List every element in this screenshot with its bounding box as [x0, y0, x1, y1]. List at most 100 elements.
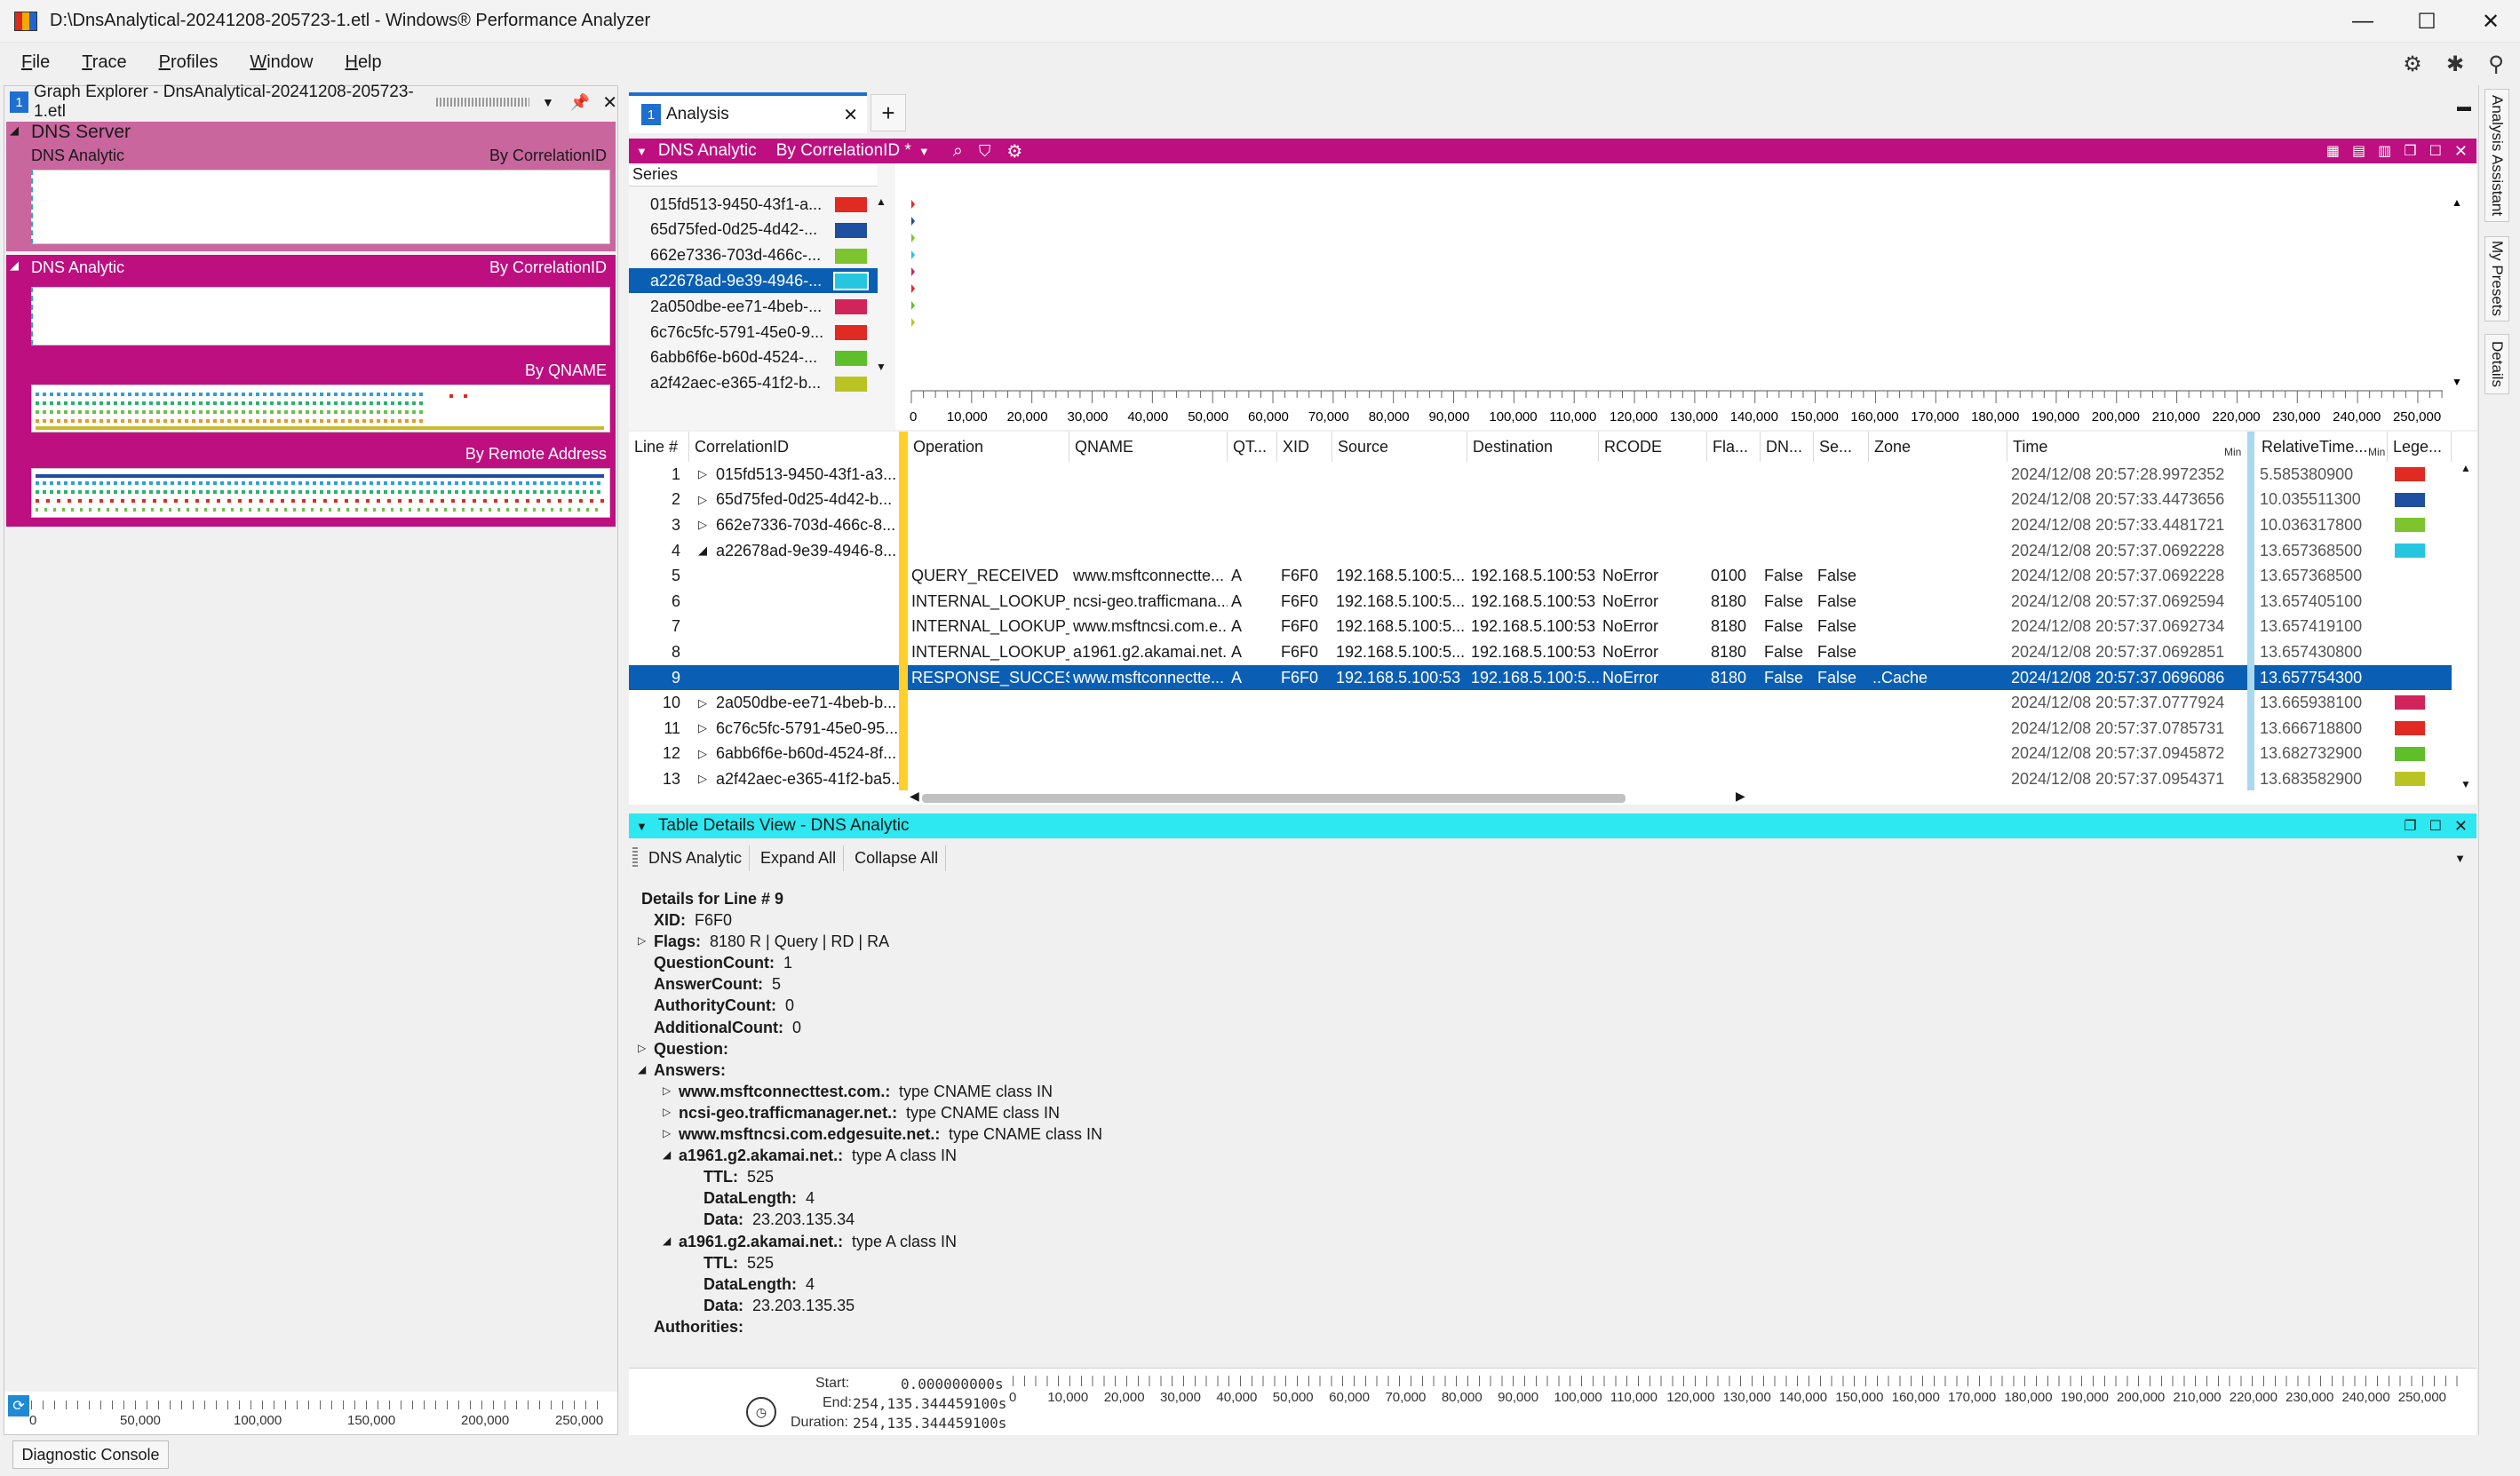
close-tab-icon[interactable]: ✕ — [843, 104, 858, 126]
tree-expand-icon[interactable]: ▷ — [663, 1127, 671, 1139]
bug-icon[interactable]: ✱ — [2443, 52, 2468, 76]
column-header[interactable]: Line # — [629, 432, 689, 462]
column-header[interactable]: DN... — [1761, 432, 1814, 462]
tree-expand-icon[interactable]: ▷ — [638, 934, 646, 947]
column-header[interactable]: QNAME — [1069, 432, 1228, 462]
sync-icon[interactable]: ⟳ — [8, 1395, 29, 1416]
pin-icon[interactable]: 📌 — [570, 93, 590, 112]
expand-row-icon[interactable]: ▷ — [695, 462, 712, 488]
graph-scroll-up-icon[interactable]: ▲ — [2452, 196, 2462, 209]
close-window-button[interactable]: ✕ — [2462, 0, 2519, 43]
series-event-marker[interactable] — [911, 200, 915, 209]
series-color-swatch[interactable] — [835, 376, 867, 392]
display-graph-icon[interactable]: ▤ — [2352, 142, 2365, 160]
preset-dropdown[interactable]: By CorrelationID * — [776, 141, 911, 161]
details-tab[interactable]: Details — [2484, 334, 2509, 394]
by-qname-thumbnail[interactable] — [31, 385, 610, 432]
toolbar-overflow-icon[interactable]: ▼ — [2454, 852, 2466, 865]
series-item[interactable]: 662e7336-703d-466c-... — [629, 243, 878, 268]
tabs-overflow-icon[interactable]: ▬ — [2457, 99, 2471, 115]
collapse-details-icon[interactable]: ▼ — [636, 820, 648, 833]
drag-grip[interactable] — [435, 98, 529, 107]
collapse-all-button[interactable]: Collapse All — [847, 845, 947, 871]
my-presets-tab[interactable]: My Presets — [2484, 236, 2509, 321]
tree-collapse-icon[interactable]: ◢ — [663, 1148, 671, 1161]
graph-scroll-down-icon[interactable]: ▼ — [2452, 376, 2462, 388]
ruler-ticks[interactable]: 0 10,000 20,000 30,000 40,000 50,000 60,000 70,… — [1009, 1376, 2460, 1429]
expand-row-icon[interactable]: ▷ — [695, 716, 712, 742]
series-item[interactable]: 65d75fed-0d25-4d42-... — [629, 218, 878, 242]
tree-expand-icon[interactable]: ▷ — [638, 1042, 646, 1054]
collapse-graph-icon[interactable]: ▼ — [636, 145, 648, 158]
series-event-marker[interactable] — [911, 217, 915, 226]
series-event-marker[interactable] — [911, 267, 915, 276]
menu-help[interactable]: Help — [345, 52, 381, 73]
maximize-icon[interactable]: ☐ — [2429, 142, 2442, 160]
series-color-swatch[interactable] — [835, 197, 867, 212]
settings-gear-icon[interactable]: ⚙ — [2400, 52, 2425, 76]
grouping-divider[interactable] — [899, 432, 908, 790]
add-tab-button[interactable]: + — [870, 94, 906, 131]
menu-file[interactable]: File — [21, 52, 50, 73]
expand-row-icon[interactable]: ▷ — [695, 766, 712, 792]
column-header[interactable]: Fla... — [1707, 432, 1761, 462]
column-header[interactable]: CorrelationID — [689, 432, 908, 462]
connect-icon[interactable]: ⚲ — [2484, 52, 2508, 76]
column-header[interactable]: Operation — [908, 432, 1069, 462]
series-color-swatch[interactable] — [833, 272, 869, 291]
tree-collapse-icon[interactable]: ◢ — [663, 1234, 671, 1247]
expand-row-icon[interactable]: ▷ — [695, 488, 712, 513]
diagnostic-console-button[interactable]: Diagnostic Console — [12, 1440, 169, 1469]
collapse-row-icon[interactable]: ◢ — [695, 538, 712, 564]
analytic-correlation-thumbnail[interactable] — [31, 287, 610, 345]
column-header[interactable]: Destination — [1467, 432, 1599, 462]
series-item[interactable]: 6c76c5fc-5791-45e0-9... — [629, 320, 878, 345]
series-item[interactable]: 015fd513-9450-43f1-a... — [629, 192, 878, 217]
minimize-button[interactable]: — — [2334, 0, 2391, 43]
search-icon[interactable]: ⌕ — [953, 141, 963, 162]
filter-icon[interactable]: ⛉ — [979, 142, 991, 161]
series-scrollbar[interactable]: ▲ ▼ — [874, 195, 888, 373]
tree-expand-icon[interactable]: ▷ — [663, 1084, 671, 1097]
series-color-swatch[interactable] — [835, 222, 867, 238]
maximize-button[interactable]: ☐ — [2398, 0, 2455, 43]
column-header[interactable]: Time — [2007, 432, 2249, 462]
display-both-icon[interactable]: ▥ — [2378, 142, 2391, 160]
tab-analysis[interactable]: 1 Analysis ✕ — [629, 92, 867, 133]
restore-icon[interactable]: ❐ — [2404, 142, 2416, 160]
series-event-marker[interactable] — [911, 284, 915, 293]
pane-menu-chevron-icon[interactable]: ▼ — [542, 95, 554, 109]
column-header[interactable]: Source — [1332, 432, 1467, 462]
settings-icon[interactable]: ⚙ — [1006, 140, 1022, 163]
expand-all-button[interactable]: Expand All — [753, 845, 845, 871]
toolbar-grip[interactable] — [632, 847, 638, 869]
column-header[interactable]: QT... — [1228, 432, 1277, 462]
series-color-swatch[interactable] — [835, 299, 867, 315]
tree-collapse-icon[interactable]: ◢ — [638, 1063, 646, 1075]
expand-row-icon[interactable]: ▷ — [695, 690, 712, 716]
column-header[interactable]: XID — [1277, 432, 1332, 462]
expand-row-icon[interactable]: ▷ — [695, 742, 712, 767]
details-table-dropdown[interactable]: DNS Analytic — [641, 845, 751, 871]
horizontal-scrollbar[interactable]: ◀ ▶ — [910, 789, 2455, 805]
series-item[interactable]: a2f42aec-e365-41f2-b... — [629, 371, 878, 396]
series-item[interactable]: a22678ad-9e39-4946-... — [629, 268, 878, 294]
vertical-scrollbar[interactable]: ▲ ▼ — [2459, 462, 2473, 790]
column-header[interactable]: Zone — [1869, 432, 2007, 462]
maximize-details-icon[interactable]: ☐ — [2429, 817, 2442, 835]
close-graph-icon[interactable]: ✕ — [2454, 142, 2468, 161]
by-remote-address-thumbnail[interactable] — [31, 468, 610, 518]
graph-divider[interactable] — [2247, 432, 2254, 790]
close-pane-icon[interactable]: ✕ — [602, 91, 617, 114]
dns-server-thumbnail[interactable] — [31, 170, 610, 244]
series-item[interactable]: 2a050dbe-ee71-4beb-... — [629, 294, 878, 319]
series-event-marker[interactable] — [911, 318, 915, 327]
series-color-swatch[interactable] — [835, 248, 867, 264]
menu-profiles[interactable]: Profiles — [159, 52, 219, 73]
column-header[interactable]: Lege... — [2388, 432, 2452, 462]
restore-details-icon[interactable]: ❐ — [2404, 817, 2416, 835]
collapse-icon[interactable]: ◢ — [10, 123, 19, 138]
series-event-marker[interactable] — [911, 234, 915, 242]
analysis-assistant-tab[interactable]: Analysis Assistant — [2484, 89, 2509, 222]
series-item[interactable]: 6abb6f6e-b60d-4524-... — [629, 345, 878, 370]
